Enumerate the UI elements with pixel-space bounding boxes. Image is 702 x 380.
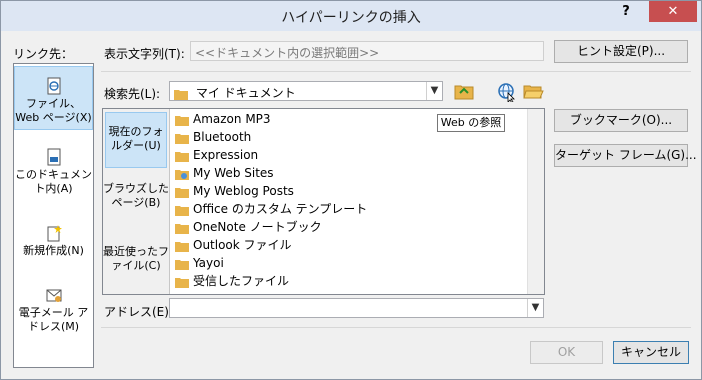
folder-icon [175,277,189,288]
help-button[interactable]: ? [613,4,639,24]
title-bar: ハイパーリンクの挿入 ? ✕ [1,1,701,31]
file-name: Bluetooth [193,130,252,144]
file-browser-panel: 現在のフォルダー(U) ブラウズしたページ(B) 最近使ったファイル(C) Am… [102,108,545,295]
web-page-icon [47,77,60,95]
hyperlink-dialog: ハイパーリンクの挿入 ? ✕ リンク先： ファイル、Web ページ(X) このド… [0,0,702,380]
sidebar-item-file-web[interactable]: ファイル、Web ページ(X) [14,66,93,130]
dialog-title: ハイパーリンクの挿入 [281,10,421,26]
file-name: OneNote ノートブック [193,220,322,234]
sidebar-item-label: 新規作成(N) [23,244,84,257]
browse-web-tooltip: Web の参照 [437,114,505,132]
close-button[interactable]: ✕ [649,1,697,22]
separator [101,327,691,328]
address-label: アドレス(E): [104,305,173,319]
sidebar-item-label: このドキュメント内(A) [15,168,92,195]
list-item[interactable]: Amazon MP3 [175,110,271,128]
up-folder-button[interactable] [453,80,475,102]
up-folder-icon [454,85,474,100]
chevron-down-icon[interactable]: ▼ [426,82,442,100]
file-list-scrollbar[interactable] [527,109,544,294]
sidebar-item-this-document[interactable]: このドキュメント内(A) [14,148,93,198]
sidebar-item-email[interactable]: 電子メール アドレス(M) [14,286,93,336]
file-name: My Web Sites [193,166,274,180]
chevron-down-icon[interactable]: ▼ [527,299,543,317]
display-text-label: 表示文字列(T): [104,47,185,61]
browse-options: 現在のフォルダー(U) ブラウズしたページ(B) 最近使ったファイル(C) [103,109,170,294]
list-item[interactable]: Bluetooth [175,128,251,146]
browse-web-button[interactable] [495,80,517,104]
file-name: My Weblog Posts [193,184,294,198]
file-name: Amazon MP3 [193,112,271,126]
web-folder-icon [175,169,189,180]
address-field[interactable]: ▼ [169,298,544,318]
look-in-dropdown[interactable]: マイ ドキュメント ▼ [169,81,443,101]
bookmark-button[interactable]: ブックマーク(O)... [554,109,688,132]
link-to-label: リンク先： [13,47,74,61]
folder-icon [175,187,189,198]
folder-icon [175,115,189,126]
list-item[interactable]: Outlook ファイル [175,236,292,254]
folder-icon [175,133,189,144]
list-item[interactable]: My Weblog Posts [175,182,294,200]
link-to-sidebar: ファイル、Web ページ(X) このドキュメント内(A) 新規作成(N) 電子メ… [13,63,94,368]
sidebar-item-create-new[interactable]: 新規作成(N) [14,224,93,260]
document-icon [47,148,60,166]
new-document-icon [47,225,62,242]
list-item[interactable]: Office のカスタム テンプレート [175,200,367,218]
target-frame-button[interactable]: ターゲット フレーム(G)... [554,144,697,167]
look-in-value: マイ ドキュメント [195,86,296,100]
list-item[interactable]: Expression [175,146,258,164]
browsed-pages-option[interactable]: ブラウズしたページ(B) [103,182,169,222]
file-name: Yayoi [193,256,224,270]
file-list: Amazon MP3 Bluetooth Expression My Web Site… [171,110,531,293]
display-text-field[interactable]: <<ドキュメント内の選択範囲>> [190,41,544,61]
folder-icon [175,259,189,270]
open-folder-icon [523,85,544,99]
file-name: Expression [193,148,259,162]
cancel-button[interactable]: キャンセル [613,341,689,364]
folder-icon [175,241,189,252]
folder-icon [175,223,189,234]
list-item[interactable]: OneNote ノートブック [175,218,322,236]
list-item[interactable]: Yayoi [175,254,224,272]
email-icon [46,289,61,302]
ok-button[interactable]: OK [530,341,603,364]
folder-icon [174,89,188,100]
screentip-button[interactable]: ヒント設定(P)... [554,40,688,63]
sidebar-item-label: 電子メール アドレス(M) [18,306,89,333]
list-item[interactable]: My Web Sites [175,164,274,182]
recent-files-option[interactable]: 最近使ったファイル(C) [103,245,169,285]
look-in-label: 検索先(L): [104,87,161,101]
file-name: 受信したファイル [193,274,290,288]
list-item[interactable]: 受信したファイル [175,272,289,290]
separator [101,71,691,72]
file-name: Outlook ファイル [193,238,292,252]
browse-file-button[interactable] [522,80,544,102]
sidebar-item-label: ファイル、Web ページ(X) [15,97,92,124]
globe-search-icon [498,83,515,104]
folder-icon [175,151,189,162]
current-folder-option[interactable]: 現在のフォルダー(U) [105,112,167,168]
file-name: Office のカスタム テンプレート [193,202,368,216]
folder-icon [175,205,189,216]
